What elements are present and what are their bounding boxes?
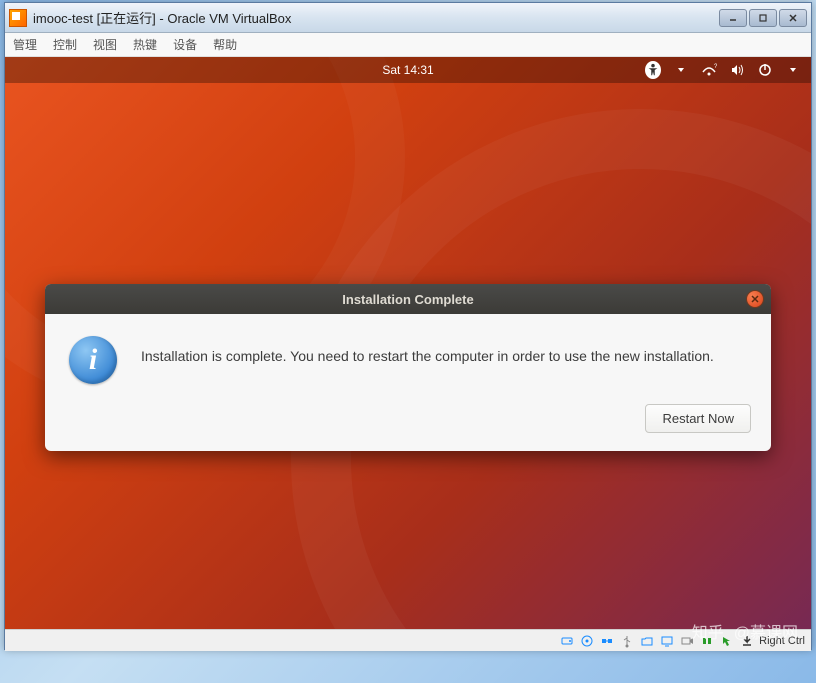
clock[interactable]: Sat 14:31: [382, 63, 433, 77]
dialog-titlebar[interactable]: Installation Complete: [45, 284, 771, 314]
titlebar[interactable]: imooc-test [正在运行] - Oracle VM VirtualBox: [5, 3, 811, 33]
watermark-text2: @慕课网: [734, 619, 798, 643]
installation-complete-dialog: Installation Complete i Installation is …: [45, 284, 771, 451]
dialog-close-button[interactable]: [746, 290, 764, 308]
guest-display[interactable]: Sat 14:31 ?: [5, 57, 811, 629]
watermark-text1: 知乎: [692, 619, 724, 643]
dialog-actions: Restart Now: [45, 404, 771, 451]
menu-manage[interactable]: 管理: [13, 36, 37, 53]
window-title: imooc-test [正在运行] - Oracle VM VirtualBox: [33, 8, 719, 27]
vbox-statusbar: Right Ctrl: [5, 629, 811, 651]
network-status-icon[interactable]: [599, 633, 615, 649]
menu-view[interactable]: 视图: [93, 36, 117, 53]
hard-disk-icon[interactable]: [559, 633, 575, 649]
shared-folders-icon[interactable]: [639, 633, 655, 649]
menu-devices[interactable]: 设备: [173, 36, 197, 53]
maximize-button[interactable]: [749, 9, 777, 27]
accessibility-icon[interactable]: [645, 62, 661, 78]
power-icon[interactable]: [757, 62, 773, 78]
dialog-message: Installation is complete. You need to re…: [141, 336, 747, 364]
virtualbox-window: imooc-test [正在运行] - Oracle VM VirtualBox…: [4, 2, 812, 650]
window-controls: [719, 9, 807, 27]
usb-icon[interactable]: [619, 633, 635, 649]
svg-text:?: ?: [714, 64, 717, 70]
menu-hotkey[interactable]: 热键: [133, 36, 157, 53]
dropdown-arrow-icon[interactable]: [785, 62, 801, 78]
dialog-body: i Installation is complete. You need to …: [45, 314, 771, 404]
menubar: 管理 控制 视图 热键 设备 帮助: [5, 33, 811, 57]
menu-control[interactable]: 控制: [53, 36, 77, 53]
dropdown-arrow-icon[interactable]: [673, 62, 689, 78]
menu-help[interactable]: 帮助: [213, 36, 237, 53]
display-icon[interactable]: [659, 633, 675, 649]
minimize-button[interactable]: [719, 9, 747, 27]
optical-drive-icon[interactable]: [579, 633, 595, 649]
close-button[interactable]: [779, 9, 807, 27]
network-icon[interactable]: ?: [701, 62, 717, 78]
volume-icon[interactable]: [729, 62, 745, 78]
system-tray: ?: [645, 62, 801, 78]
virtualbox-logo-icon: [9, 9, 27, 27]
ubuntu-topbar: Sat 14:31 ?: [5, 57, 811, 83]
watermark: 知乎 @慕课网: [692, 619, 798, 643]
info-icon: i: [69, 336, 117, 384]
dialog-title: Installation Complete: [342, 292, 473, 307]
restart-now-button[interactable]: Restart Now: [645, 404, 751, 433]
